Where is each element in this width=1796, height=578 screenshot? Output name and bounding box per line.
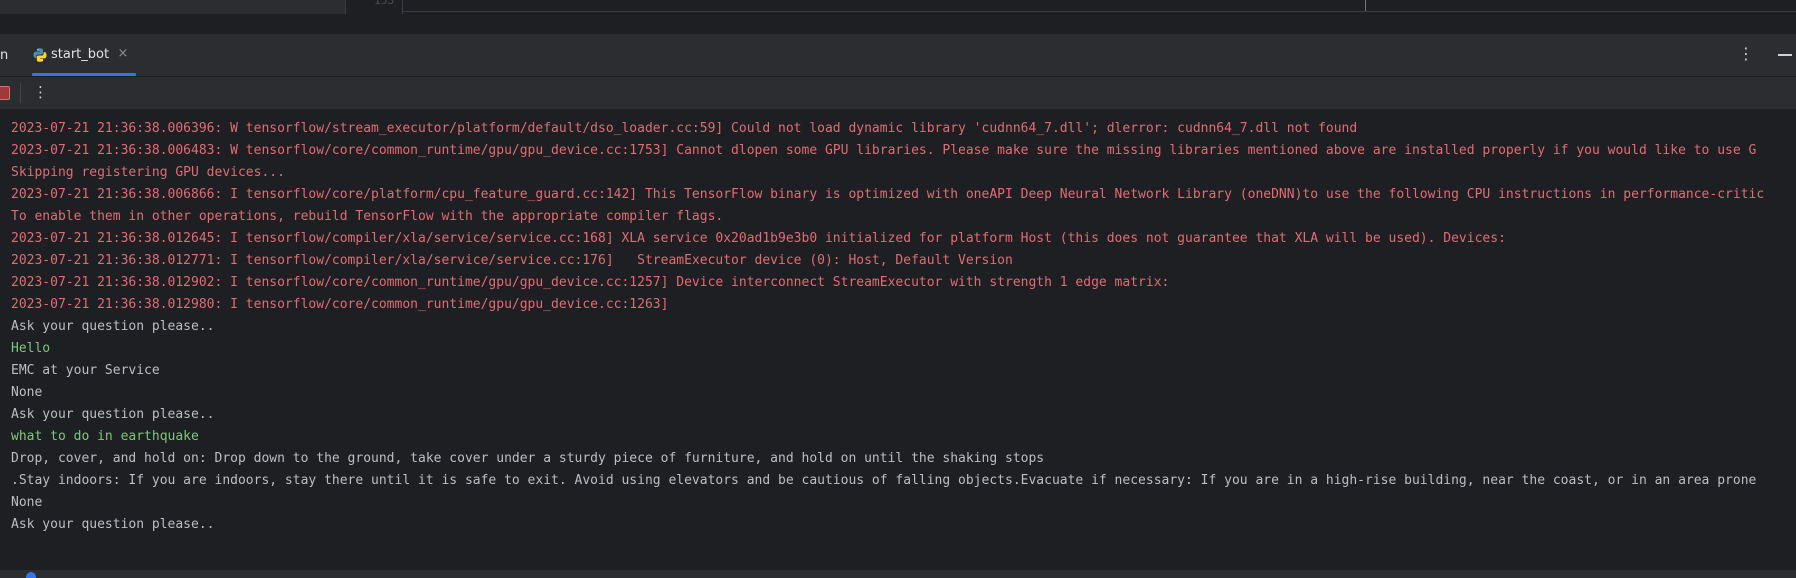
console-line-err: Skipping registering GPU devices... — [11, 165, 285, 180]
tab-previous-fragment[interactable]: n — [0, 48, 8, 63]
console-line-out: EMC at your Service — [11, 363, 160, 378]
line-number: 153 — [374, 0, 394, 7]
ide-window: 153 n start_bot × ⋮ ⋮ 2023-07-21 21:36:3… — [0, 0, 1796, 578]
editor-area-remnant: 153 — [0, 0, 1796, 14]
python-icon — [33, 48, 47, 62]
console-line-err: 2023-07-21 21:36:38.012902: I tensorflow… — [11, 275, 1170, 290]
run-tool-window: n start_bot × ⋮ ⋮ 2023-07-21 21:36:38.00… — [0, 34, 1796, 578]
run-tab-bar: n start_bot × ⋮ — [0, 34, 1796, 77]
status-dot-icon — [26, 572, 36, 578]
project-pane — [0, 0, 346, 14]
console-lines: 2023-07-21 21:36:38.006396: W tensorflow… — [11, 118, 1764, 536]
console-line-out: Ask your question please.. — [11, 319, 215, 334]
toolbar-separator — [20, 83, 21, 103]
console-line-out: .Stay indoors: If you are indoors, stay … — [11, 473, 1757, 488]
console-output[interactable]: 2023-07-21 21:36:38.006396: W tensorflow… — [0, 110, 1796, 570]
console-line-out: None — [11, 385, 43, 400]
stop-icon[interactable] — [0, 86, 10, 100]
console-line-err: 2023-07-21 21:36:38.012771: I tensorflow… — [11, 253, 1013, 268]
run-toolbar: ⋮ — [0, 77, 1796, 110]
tab-start-bot[interactable]: start_bot × — [26, 34, 138, 76]
minimize-icon[interactable] — [1778, 54, 1792, 56]
console-line-err: 2023-07-21 21:36:38.012645: I tensorflow… — [11, 231, 1506, 246]
console-line-out: Drop, cover, and hold on: Drop down to t… — [11, 451, 1045, 466]
tab-label: start_bot — [51, 47, 110, 62]
console-line-err: To enable them in other operations, rebu… — [11, 209, 724, 224]
editor-border — [402, 11, 1796, 12]
console-line-err: 2023-07-21 21:36:38.006396: W tensorflow… — [11, 121, 1358, 136]
console-line-in: what to do in earthquake — [11, 429, 199, 444]
editor-gutter: 153 — [346, 0, 403, 14]
console-line-out: None — [11, 495, 43, 510]
status-strip — [0, 570, 1796, 578]
console-line-err: 2023-07-21 21:36:38.006483: W tensorflow… — [11, 143, 1757, 158]
active-tab-indicator — [32, 73, 136, 76]
console-line-out: Ask your question please.. — [11, 517, 215, 532]
console-line-out: Ask your question please.. — [11, 407, 215, 422]
console-line-err: 2023-07-21 21:36:38.006866: I tensorflow… — [11, 187, 1765, 202]
console-line-in: Hello — [11, 341, 51, 356]
more-vertical-icon[interactable]: ⋮ — [33, 84, 48, 100]
more-options-icon[interactable]: ⋮ — [1738, 46, 1754, 62]
console-line-err: 2023-07-21 21:36:38.012980: I tensorflow… — [11, 297, 669, 312]
close-icon[interactable]: × — [116, 46, 130, 61]
